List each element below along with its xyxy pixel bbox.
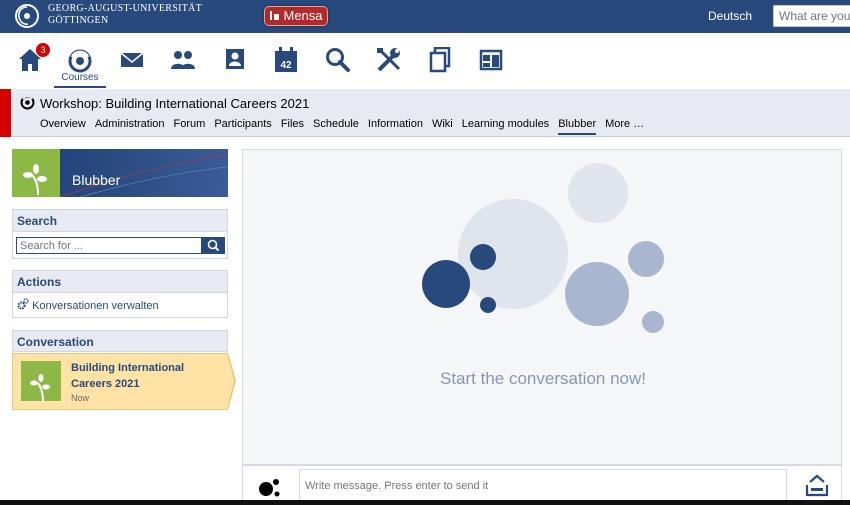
empty-thread-message: Start the conversation now!	[439, 369, 646, 388]
sidebar-search-button[interactable]	[202, 237, 225, 254]
notification-badge[interactable]: 3	[36, 43, 50, 57]
actions-box-title: Actions	[13, 271, 227, 293]
calendar-number: 42	[280, 60, 292, 71]
search-icon[interactable]	[325, 47, 355, 77]
mensa-icon	[270, 11, 280, 20]
sidebar-search-box: Search	[12, 209, 228, 259]
tab-learning-modules[interactable]: Learning modules	[462, 118, 549, 133]
conversation-name: Building International Careers 2021	[71, 362, 185, 390]
language-switch[interactable]: Deutsch	[708, 9, 752, 23]
manage-conversations-link[interactable]: Konversationen verwalten	[17, 298, 159, 312]
banner-title: Blubber	[72, 172, 121, 188]
blubber-banner: Blubber	[12, 149, 228, 197]
upload-icon[interactable]	[804, 473, 830, 497]
manage-conversations-label: Konversationen verwalten	[32, 300, 159, 312]
courses-active-indicator	[54, 86, 106, 88]
schedule-icon[interactable]: 42	[274, 47, 304, 77]
magnifier-icon	[207, 239, 220, 252]
university-logo-icon[interactable]	[12, 3, 42, 29]
gear-icon	[17, 298, 29, 310]
course-color-strip	[0, 89, 11, 137]
files-icon[interactable]	[429, 47, 459, 77]
sidebar-search-input[interactable]	[16, 237, 202, 254]
bubbles-illustration	[422, 163, 664, 333]
tab-files[interactable]: Files	[281, 118, 304, 133]
blubber-thread: Start the conversation now!	[242, 149, 842, 465]
courses-label[interactable]: Courses	[54, 72, 106, 83]
tools-icon[interactable]	[376, 47, 406, 77]
sidebar-actions-box: Actions Konversationen verwalten	[12, 270, 228, 318]
tab-schedule[interactable]: Schedule	[313, 118, 359, 133]
rooms-icon[interactable]	[479, 49, 509, 79]
tab-more[interactable]: More …	[605, 118, 644, 133]
global-search-input[interactable]	[773, 5, 850, 27]
app-window: GEORG-AUGUST-UNIVERSITÄT GÖTTINGEN Mensa…	[0, 0, 850, 505]
university-name[interactable]: GEORG-AUGUST-UNIVERSITÄT GÖTTINGEN	[48, 3, 202, 27]
course-title: Workshop: Building International Careers…	[40, 96, 310, 111]
search-box-title: Search	[13, 210, 227, 232]
university-line2: GÖTTINGEN	[48, 15, 109, 26]
message-composer	[242, 465, 842, 505]
tab-information[interactable]: Information	[368, 118, 423, 133]
taskbar-edge	[0, 500, 850, 505]
mail-icon[interactable]	[120, 51, 150, 81]
tab-blubber[interactable]: Blubber	[558, 118, 597, 135]
conversation-pointer-fill	[227, 353, 234, 409]
conversation-box-title: Conversation	[12, 330, 228, 352]
banner-logo	[12, 149, 60, 197]
tab-participants[interactable]: Participants	[214, 118, 271, 133]
top-bar: GEORG-AUGUST-UNIVERSITÄT GÖTTINGEN Mensa…	[0, 0, 850, 33]
tab-wiki[interactable]: Wiki	[432, 118, 453, 133]
profile-icon[interactable]	[224, 47, 254, 77]
tab-forum[interactable]: Forum	[174, 118, 206, 133]
community-icon[interactable]	[170, 49, 200, 79]
course-tabs: Overview Administration Forum Participants F…	[40, 118, 653, 136]
mensa-label: Mensa	[283, 8, 323, 23]
tab-administration[interactable]: Administration	[95, 118, 165, 133]
message-input[interactable]	[299, 469, 787, 503]
sidebar-conversation-box: Conversation Building International Care…	[12, 330, 236, 411]
conversation-item[interactable]: Building International Careers 2021 Now	[12, 353, 228, 410]
conversation-time: Now	[71, 393, 90, 403]
university-line1: GEORG-AUGUST-UNIVERSITÄT	[48, 3, 203, 14]
mensa-button[interactable]: Mensa	[264, 6, 328, 26]
conversation-avatar	[21, 361, 61, 402]
tab-overview[interactable]: Overview	[40, 118, 86, 133]
course-type-icon	[20, 95, 35, 110]
user-avatar-icon[interactable]	[257, 478, 281, 498]
